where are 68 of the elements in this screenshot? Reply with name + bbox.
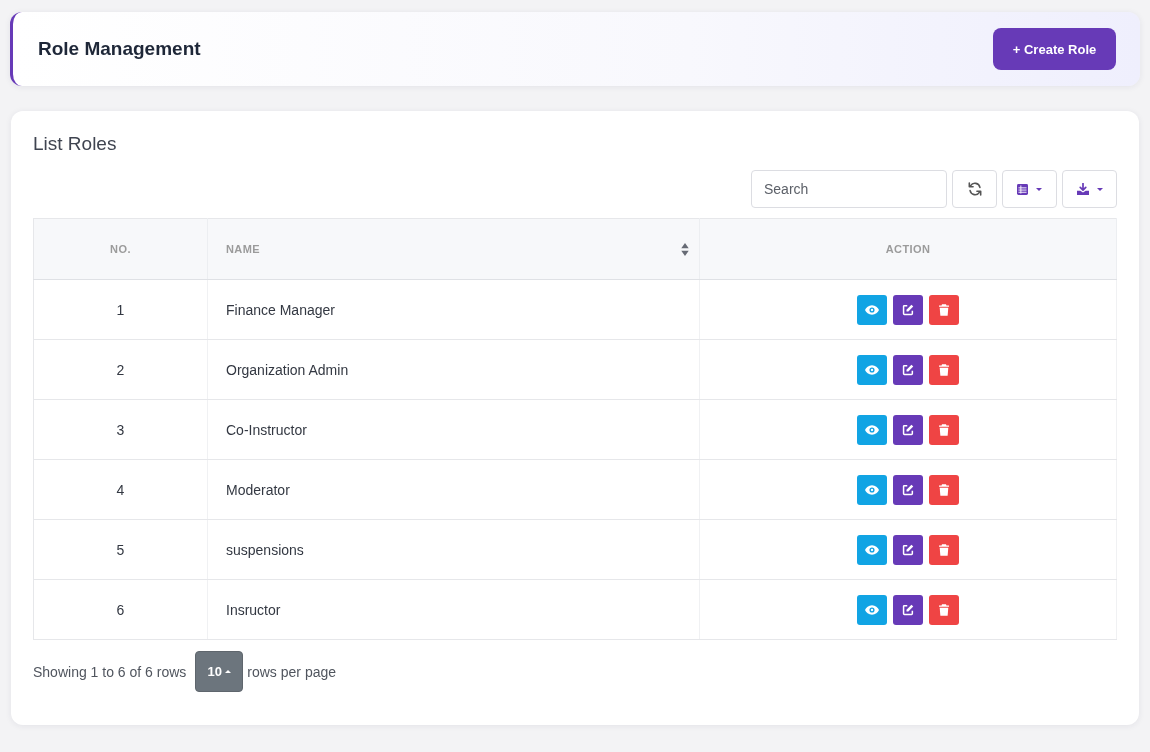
- page-size-button[interactable]: 10: [195, 651, 244, 692]
- rows-per-page-label: rows per page: [247, 663, 337, 680]
- eye-icon: [865, 364, 879, 375]
- delete-button[interactable]: [929, 474, 959, 505]
- table-cell: Moderator: [207, 459, 700, 520]
- column-header[interactable]: NAME: [226, 243, 260, 255]
- table-cell: Finance Manager: [207, 279, 700, 340]
- card-title: List Roles: [33, 133, 117, 155]
- table-cell: Insructor: [207, 579, 700, 640]
- trash-icon: [939, 363, 949, 376]
- caret-icon: [1036, 187, 1042, 191]
- caret-icon: [1096, 187, 1103, 191]
- table-cell: Organization Admin: [207, 339, 700, 400]
- sort-icon[interactable]: [681, 242, 689, 256]
- table-cell: Co-Instructor: [207, 399, 700, 460]
- edit-button[interactable]: [893, 534, 923, 565]
- eye-icon: [865, 484, 879, 495]
- pencil-square-icon: [902, 543, 914, 556]
- refresh-icon: [967, 182, 982, 196]
- view-button[interactable]: [857, 474, 887, 505]
- table-cell: 2: [33, 339, 208, 400]
- delete-button[interactable]: [929, 534, 959, 565]
- trash-icon: [939, 423, 949, 436]
- pencil-square-icon: [902, 363, 914, 376]
- download-icon: [1076, 183, 1089, 195]
- edit-button[interactable]: [893, 294, 923, 325]
- table-cell: 5: [33, 519, 208, 580]
- trash-icon: [939, 543, 949, 556]
- delete-button[interactable]: [929, 414, 959, 445]
- trash-icon: [939, 303, 949, 316]
- page-title: Role Management: [38, 38, 201, 60]
- table-cell: 3: [33, 399, 208, 460]
- edit-button[interactable]: [893, 594, 923, 625]
- create-role-button[interactable]: + Create Role: [993, 28, 1116, 70]
- column-header: NO.: [110, 243, 131, 255]
- edit-button[interactable]: [893, 354, 923, 385]
- pencil-square-icon: [902, 423, 914, 436]
- view-button[interactable]: [857, 354, 887, 385]
- table-cell: 1: [33, 279, 208, 340]
- columns-button[interactable]: [1002, 170, 1057, 208]
- delete-button[interactable]: [929, 354, 959, 385]
- pencil-square-icon: [902, 303, 914, 316]
- eye-icon: [865, 424, 879, 435]
- delete-button[interactable]: [929, 294, 959, 325]
- refresh-button[interactable]: [952, 170, 997, 208]
- edit-button[interactable]: [893, 414, 923, 445]
- table-icon: [1017, 183, 1028, 195]
- table-cell: suspensions: [207, 519, 700, 580]
- column-header: ACTION: [885, 243, 931, 255]
- pencil-square-icon: [902, 603, 914, 616]
- view-button[interactable]: [857, 534, 887, 565]
- view-button[interactable]: [857, 294, 887, 325]
- trash-icon: [939, 483, 949, 496]
- eye-icon: [865, 304, 879, 315]
- eye-icon: [865, 604, 879, 615]
- delete-button[interactable]: [929, 594, 959, 625]
- view-button[interactable]: [857, 414, 887, 445]
- edit-button[interactable]: [893, 474, 923, 505]
- view-button[interactable]: [857, 594, 887, 625]
- table-cell: 6: [33, 579, 208, 640]
- eye-icon: [865, 544, 879, 555]
- trash-icon: [939, 603, 949, 616]
- pencil-square-icon: [902, 483, 914, 496]
- table-cell: 4: [33, 459, 208, 520]
- search-field[interactable]: Search: [751, 170, 947, 208]
- export-button[interactable]: [1062, 170, 1117, 208]
- pagination-summary: Showing 1 to 6 of 6 rows: [33, 663, 187, 680]
- caret-icon: [225, 670, 232, 673]
